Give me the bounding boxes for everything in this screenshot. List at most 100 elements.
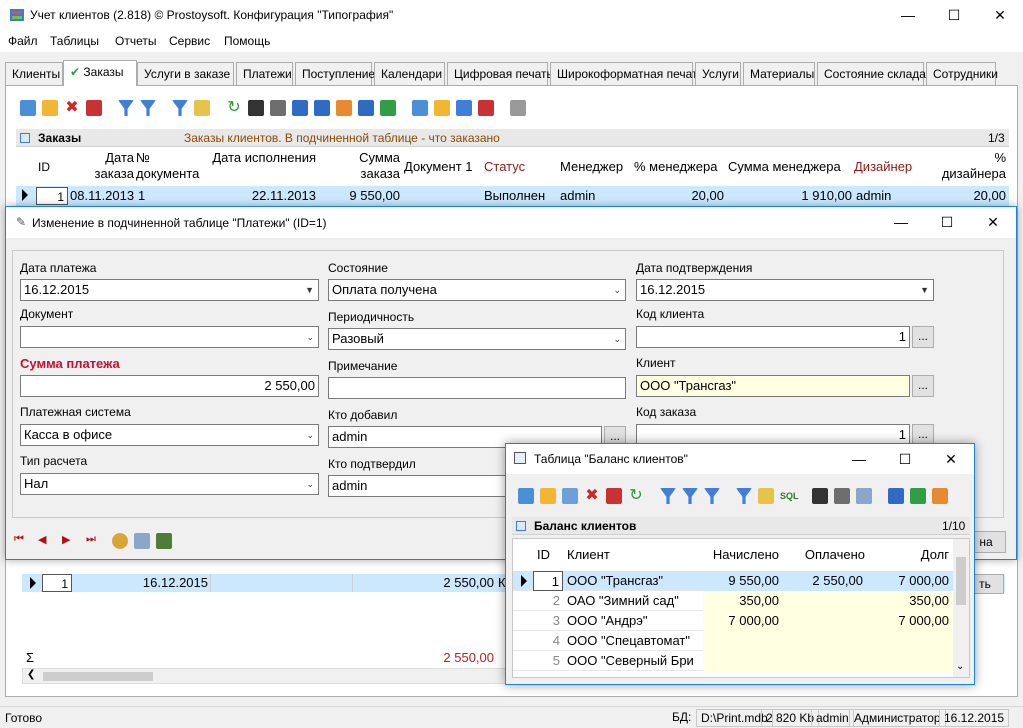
client-lookup-button[interactable]: ... bbox=[912, 375, 934, 397]
tab-stock[interactable]: Состояние склада bbox=[817, 62, 926, 85]
scroll-thumb[interactable] bbox=[956, 557, 966, 605]
last-record-icon[interactable]: ⏭ bbox=[86, 533, 96, 546]
print-icon[interactable] bbox=[834, 488, 850, 504]
confirm-date-field[interactable]: 16.12.2015 ▼ bbox=[636, 279, 934, 301]
edit-pencil-icon[interactable] bbox=[42, 100, 58, 116]
export-excel-icon[interactable] bbox=[910, 488, 926, 504]
export-html-icon[interactable] bbox=[932, 488, 948, 504]
sort-icon[interactable] bbox=[434, 100, 450, 116]
invoice-icon[interactable] bbox=[510, 100, 526, 116]
col-debt[interactable]: Долг bbox=[869, 545, 949, 565]
menu-help[interactable]: Помощь bbox=[224, 34, 270, 48]
group-icon[interactable] bbox=[758, 488, 774, 504]
report-icon[interactable] bbox=[156, 533, 172, 549]
add-record-icon[interactable] bbox=[518, 488, 534, 504]
columns-icon[interactable] bbox=[456, 100, 472, 116]
dialog-minimize-button[interactable]: — bbox=[878, 207, 924, 237]
balance-maximize-button[interactable]: ☐ bbox=[882, 444, 928, 474]
first-record-icon[interactable]: ⏮ bbox=[14, 533, 24, 546]
print-icon[interactable] bbox=[270, 100, 286, 116]
maximize-button[interactable]: ☐ bbox=[931, 0, 977, 30]
client-field[interactable]: ООО "Трансгаз" bbox=[636, 375, 910, 397]
tab-calendars[interactable]: Календари bbox=[374, 62, 445, 85]
filter-icon[interactable] bbox=[660, 488, 676, 504]
balance-row-id[interactable]: 4 bbox=[533, 631, 563, 651]
tab-staff[interactable]: Сотрудники bbox=[926, 62, 998, 85]
settings-table-icon[interactable] bbox=[478, 100, 494, 116]
table-row[interactable]: 4 ООО "Спецавтомат" bbox=[513, 631, 953, 651]
delete-all-icon[interactable] bbox=[86, 100, 102, 116]
table-row[interactable]: 1 08.11.2013 1 22.11.2013 9 550,00 Выпол… bbox=[16, 186, 1009, 206]
col-status[interactable]: Статус bbox=[484, 158, 554, 176]
col-paid[interactable]: Оплачено bbox=[785, 545, 865, 565]
col-exec-date[interactable]: Дата исполнения bbox=[212, 150, 316, 184]
menu-reports[interactable]: Отчеты bbox=[115, 34, 156, 48]
group-icon[interactable] bbox=[194, 100, 210, 116]
binoculars-icon[interactable] bbox=[248, 100, 264, 116]
sql-icon[interactable]: SQL bbox=[780, 488, 799, 504]
scroll-thumb[interactable] bbox=[43, 672, 153, 681]
chevron-down-icon[interactable]: ⌄ bbox=[613, 280, 621, 300]
payment-row-id[interactable]: 1 bbox=[42, 574, 72, 592]
col-manager-sum[interactable]: Сумма менеджера bbox=[728, 158, 854, 176]
col-accrued[interactable]: Начислено bbox=[705, 545, 779, 565]
filter-apply-icon[interactable] bbox=[172, 100, 188, 116]
tab-payments[interactable]: Платежи bbox=[236, 62, 293, 85]
col-id[interactable]: ID bbox=[537, 545, 563, 565]
tab-services[interactable]: Услуги bbox=[695, 62, 741, 85]
dialog-maximize-button[interactable]: ☐ bbox=[924, 207, 970, 237]
payments-hscrollbar[interactable]: ❮ bbox=[22, 668, 512, 684]
payment-system-select[interactable]: Касса в офисе ⌄ bbox=[20, 424, 319, 446]
next-record-icon[interactable]: ▶ bbox=[62, 533, 70, 546]
table-row[interactable]: 1 ООО "Трансгаз" 9 550,00 2 550,00 7 000… bbox=[513, 571, 953, 591]
col-order-sum[interactable]: Сумма заказа bbox=[324, 150, 400, 184]
filter-clear-icon[interactable] bbox=[140, 100, 156, 116]
tab-order-services[interactable]: Услуги в заказе bbox=[137, 62, 234, 85]
tab-wide-print[interactable]: Широкоформатная печать bbox=[550, 62, 704, 85]
form-settings-icon[interactable] bbox=[134, 533, 150, 549]
col-manager-pct[interactable]: % менеджера bbox=[634, 158, 726, 176]
balance-row-id[interactable]: 1 bbox=[533, 571, 563, 591]
periodicity-select[interactable]: Разовый ⌄ bbox=[328, 328, 626, 350]
chevron-down-icon[interactable]: ⌄ bbox=[306, 327, 314, 347]
col-designer-pct[interactable]: % дизайнера bbox=[928, 150, 1006, 184]
tab-receipts[interactable]: Поступление bbox=[295, 62, 375, 85]
col-doc-number[interactable]: № документа bbox=[136, 150, 204, 184]
edit-pencil-icon[interactable] bbox=[540, 488, 556, 504]
export-excel-icon[interactable] bbox=[380, 100, 396, 116]
copy-icon[interactable] bbox=[562, 488, 578, 504]
import-icon[interactable] bbox=[412, 100, 428, 116]
menu-tables[interactable]: Таблицы bbox=[50, 34, 99, 48]
menu-file[interactable]: Файл bbox=[8, 34, 38, 48]
table-row[interactable]: 2 ОАО "Зимний сад" 350,00 350,00 bbox=[513, 591, 953, 611]
refresh-icon[interactable]: ↻ bbox=[628, 488, 644, 504]
close-button[interactable]: ✕ bbox=[977, 0, 1023, 30]
delete-icon[interactable]: ✖ bbox=[584, 488, 600, 504]
balance-row-id[interactable]: 2 bbox=[533, 591, 563, 611]
balance-vscrollbar[interactable]: ⌄ bbox=[953, 539, 969, 677]
export-file-icon[interactable] bbox=[358, 100, 374, 116]
add-record-icon[interactable] bbox=[20, 100, 36, 116]
payment-date-field[interactable]: 16.12.2015 ▼ bbox=[20, 279, 319, 301]
client-code-field[interactable]: 1 bbox=[636, 326, 910, 348]
client-code-lookup-button[interactable]: ... bbox=[912, 326, 934, 348]
note-field[interactable] bbox=[328, 377, 626, 399]
dropdown-arrow-icon[interactable]: ▼ bbox=[920, 280, 929, 300]
dialog-close-button[interactable]: ✕ bbox=[970, 207, 1016, 237]
document-select[interactable]: ⌄ bbox=[20, 326, 319, 348]
col-manager[interactable]: Менеджер bbox=[560, 158, 632, 176]
export-word-icon[interactable] bbox=[292, 100, 308, 116]
tab-digital-print[interactable]: Цифровая печать bbox=[447, 62, 553, 85]
table-row[interactable]: 5 ООО "Северный Бри bbox=[513, 651, 953, 671]
dropdown-arrow-icon[interactable]: ▼ bbox=[305, 280, 314, 300]
export-word-icon[interactable] bbox=[888, 488, 904, 504]
preview-icon[interactable] bbox=[856, 488, 872, 504]
balance-minimize-button[interactable]: — bbox=[836, 444, 882, 474]
filter-remove-icon[interactable] bbox=[704, 488, 720, 504]
scroll-down-icon[interactable]: ⌄ bbox=[956, 661, 964, 672]
filter-apply-icon[interactable] bbox=[736, 488, 752, 504]
row-id[interactable]: 1 bbox=[36, 187, 68, 205]
confirmed-by-field[interactable]: admin bbox=[328, 475, 508, 497]
amount-field[interactable]: 2 550,00 bbox=[20, 375, 319, 397]
col-designer[interactable]: Дизайнер bbox=[854, 158, 926, 176]
